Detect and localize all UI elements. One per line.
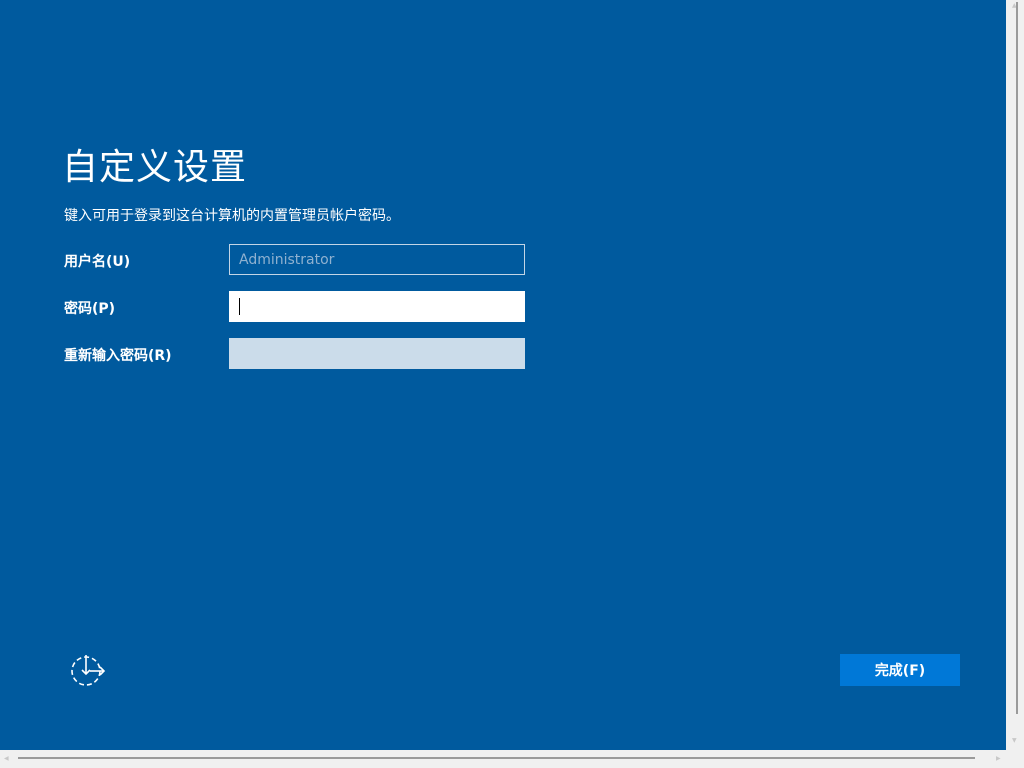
password-field[interactable] <box>229 291 525 322</box>
finish-button[interactable]: 完成(F) <box>840 654 960 686</box>
scroll-left-arrow-icon[interactable]: ◀ <box>4 756 10 762</box>
ease-of-access-button[interactable] <box>68 652 108 690</box>
customize-settings-page: 自定义设置 键入可用于登录到这台计算机的内置管理员帐户密码。 用户名(U) 密码… <box>0 0 1006 750</box>
vertical-scrollbar[interactable]: ▲ ▼ <box>1006 0 1024 750</box>
password-label: 密码(P) <box>64 301 116 317</box>
reenter-password-field[interactable] <box>229 338 525 369</box>
horizontal-scroll-thumb[interactable] <box>18 757 975 759</box>
setup-screen: 自定义设置 键入可用于登录到这台计算机的内置管理员帐户密码。 用户名(U) 密码… <box>0 0 1024 768</box>
vertical-scroll-thumb[interactable] <box>1016 2 1018 714</box>
horizontal-scrollbar[interactable]: ◀ ▶ <box>0 750 1024 768</box>
text-caret <box>239 298 240 315</box>
reenter-password-label: 重新输入密码(R) <box>64 348 172 364</box>
scroll-down-arrow-icon[interactable]: ▼ <box>1012 738 1018 744</box>
page-description: 键入可用于登录到这台计算机的内置管理员帐户密码。 <box>64 208 400 224</box>
ease-of-access-icon <box>71 655 106 686</box>
page-title: 自定义设置 <box>62 147 248 188</box>
scroll-right-arrow-icon[interactable]: ▶ <box>996 756 1002 762</box>
username-field[interactable] <box>229 244 525 275</box>
username-label: 用户名(U) <box>64 254 131 270</box>
